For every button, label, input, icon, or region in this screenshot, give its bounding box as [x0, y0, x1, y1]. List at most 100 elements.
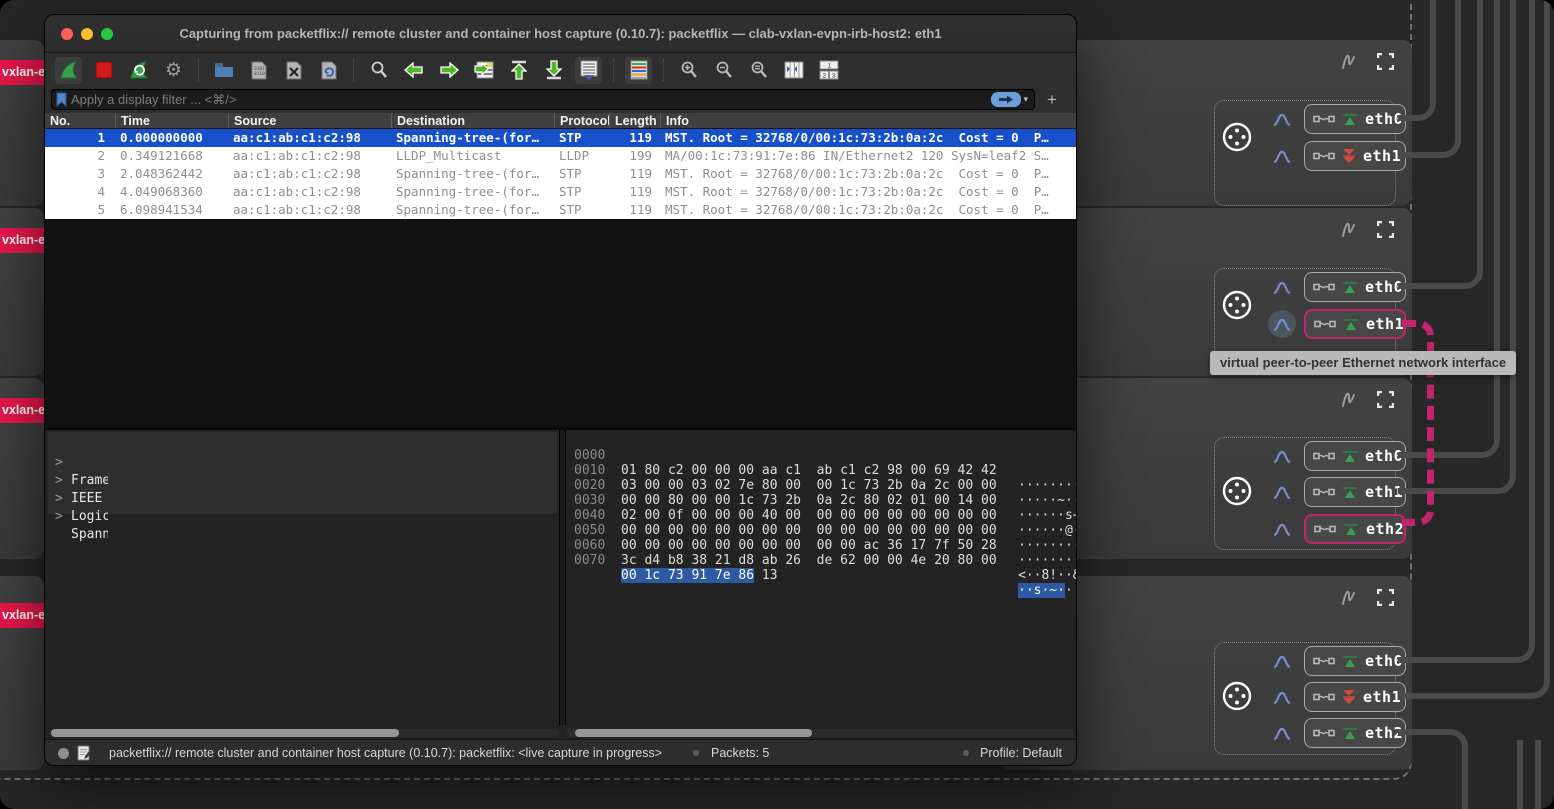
last-packet-button[interactable] — [540, 57, 567, 84]
colorize-packets-button[interactable] — [625, 57, 652, 84]
packet-row[interactable]: 3 2.048362442 aa:c1:ab:c1:c2:98 Spanning… — [45, 165, 1076, 183]
zoom-in-button[interactable] — [675, 57, 702, 84]
capture-spark-icon[interactable] — [1268, 515, 1296, 543]
stop-capture-button[interactable] — [90, 57, 117, 84]
capture-file-properties-icon[interactable] — [77, 745, 92, 761]
interface-button-eth1[interactable]: eth1 — [1304, 477, 1406, 507]
restart-capture-button[interactable] — [125, 57, 152, 84]
column-header-no[interactable]: No. — [45, 113, 115, 128]
column-header-source[interactable]: Source — [228, 113, 391, 128]
packet-row[interactable]: 1 0.000000000 aa:c1:ab:c1:c2:98 Spanning… — [45, 129, 1076, 147]
interface-button-eth1[interactable]: eth1 — [1304, 682, 1406, 712]
filter-input-box[interactable]: ▾ — [51, 89, 1035, 110]
packet-row[interactable]: 4 4.049068360 aa:c1:ab:c1:c2:98 Spanning… — [45, 183, 1076, 201]
filter-dropdown-caret[interactable]: ▾ — [1023, 94, 1028, 105]
hex-row-selected[interactable]: 0070 00 1c 73 91 7e 86 13 ··s·~·· — [566, 538, 629, 553]
column-header-protocol[interactable]: Protocol — [554, 113, 609, 128]
node-name-badge[interactable]: vxlan-e — [0, 398, 48, 423]
scribble-icon[interactable] — [1337, 586, 1359, 608]
go-to-packet-button[interactable] — [470, 57, 497, 84]
packet-row[interactable]: 2 0.349121668 aa:c1:ab:c1:c2:98 LLDP_Mul… — [45, 147, 1076, 165]
open-file-button[interactable] — [210, 57, 237, 84]
capture-spark-icon[interactable] — [1268, 310, 1296, 338]
fullscreen-icon[interactable] — [1377, 589, 1394, 606]
capture-spark-icon[interactable] — [1268, 683, 1296, 711]
auto-scroll-button[interactable] — [575, 57, 602, 84]
fullscreen-icon[interactable] — [1377, 53, 1394, 70]
container-node-icon[interactable] — [1220, 120, 1254, 154]
cell-destination: Spanning-tree-(for… — [391, 165, 554, 183]
scribble-icon[interactable] — [1337, 218, 1359, 240]
interface-button-eth1[interactable]: eth1 — [1304, 141, 1406, 171]
wireshark-fin-green-icon — [1342, 654, 1358, 668]
add-filter-button[interactable]: + — [1042, 89, 1062, 110]
column-header-time[interactable]: Time — [115, 113, 228, 128]
save-file-button[interactable]: 01010110 — [245, 57, 272, 84]
previous-packet-button[interactable] — [400, 57, 427, 84]
hex-hscrollbar-thumb[interactable] — [575, 729, 812, 737]
container-node-icon[interactable] — [1220, 679, 1254, 713]
node-name-badge[interactable]: vxlan-e — [0, 228, 48, 253]
interface-button-eth0[interactable]: eth0 — [1304, 104, 1406, 134]
capture-spark-icon[interactable] — [1268, 142, 1296, 170]
expert-info-icon[interactable] — [58, 748, 69, 759]
capture-spark-icon[interactable] — [1268, 273, 1296, 301]
display-filter-input[interactable] — [67, 92, 991, 107]
hex-row[interactable]: 0020 00 00 80 00 00 1c 73 2b 0a 2c 80 02… — [566, 463, 629, 478]
detail-row[interactable]: > IEEE 802.3 Ethernet — [45, 454, 108, 472]
container-node-icon[interactable] — [1220, 288, 1254, 322]
cell-info: MA/00:1c:73:91:7e:86 IN/Ethernet2 120 Sy… — [660, 147, 1076, 165]
node-name-badge[interactable]: vxlan-e — [0, 603, 48, 628]
column-header-length[interactable]: Length — [609, 113, 660, 128]
first-packet-button[interactable] — [505, 57, 532, 84]
interface-button-eth0[interactable]: eth0 — [1304, 646, 1406, 676]
detail-row[interactable]: > Logical-Link Control — [45, 472, 108, 490]
interface-button-eth1[interactable]: eth1 — [1304, 309, 1406, 339]
interface-button-eth2[interactable]: eth2 — [1304, 718, 1406, 748]
column-header-destination[interactable]: Destination — [391, 113, 554, 128]
fullscreen-icon[interactable] — [1377, 391, 1394, 408]
interface-button-eth0[interactable]: eth0 — [1304, 272, 1406, 302]
detail-row[interactable]: > Spanning Tree Protocol — [45, 490, 108, 508]
layout-123-button[interactable]: 123 — [815, 57, 842, 84]
interface-button-eth2[interactable]: eth2 — [1304, 514, 1406, 544]
reload-file-button[interactable] — [315, 57, 342, 84]
start-capture-button[interactable] — [55, 57, 82, 84]
capture-spark-icon[interactable] — [1268, 647, 1296, 675]
capture-options-button[interactable]: ⚙ — [160, 57, 187, 84]
bookmark-icon[interactable] — [56, 92, 67, 107]
scribble-icon[interactable] — [1337, 388, 1359, 410]
detail-row[interactable]: > Frame 1: 119 bytes on wire (952 bits),… — [45, 436, 108, 454]
details-hscrollbar-thumb[interactable] — [51, 729, 399, 737]
packet-row[interactable]: 5 6.098941534 aa:c1:ab:c1:c2:98 Spanning… — [45, 201, 1076, 219]
capture-spark-icon[interactable] — [1268, 105, 1296, 133]
hex-ascii: <··8!··& — [1018, 568, 1077, 583]
hex-row[interactable]: 0010 03 00 00 03 02 7e 80 00 00 1c 73 2b… — [566, 448, 629, 463]
pane-splitter-vertical[interactable] — [559, 430, 566, 725]
capture-spark-icon[interactable] — [1268, 478, 1296, 506]
hex-row[interactable]: 0050 00 00 00 00 00 00 00 00 00 00 ac 36… — [566, 508, 629, 523]
resize-columns-button[interactable] — [780, 57, 807, 84]
hex-row[interactable]: 0000 01 80 c2 00 00 00 aa c1 ab c1 c2 98… — [566, 433, 629, 448]
interface-button-eth0[interactable]: eth0 — [1304, 441, 1406, 471]
container-node-icon[interactable] — [1220, 474, 1254, 508]
zoom-out-button[interactable] — [710, 57, 737, 84]
close-file-button[interactable] — [280, 57, 307, 84]
chevron-right-icon[interactable]: > — [55, 508, 67, 526]
capture-spark-icon[interactable] — [1268, 719, 1296, 747]
column-header-info[interactable]: Info — [660, 113, 1076, 128]
profile-label[interactable]: Profile: Default — [980, 740, 1062, 766]
hex-bytes-selected: 00 1c 73 91 7e 86 — [621, 568, 754, 583]
next-packet-button[interactable] — [435, 57, 462, 84]
capture-spark-icon[interactable] — [1268, 442, 1296, 470]
window-titlebar[interactable]: Capturing from packetflix:// remote clus… — [45, 15, 1076, 53]
hex-row[interactable]: 0040 00 00 00 00 00 00 00 00 00 00 00 00… — [566, 493, 629, 508]
apply-filter-button[interactable] — [991, 92, 1021, 107]
fullscreen-icon[interactable] — [1377, 221, 1394, 238]
hex-row[interactable]: 0030 02 00 0f 00 00 00 40 00 00 00 00 00… — [566, 478, 629, 493]
node-name-badge[interactable]: vxlan-e — [0, 60, 48, 85]
find-packet-button[interactable] — [365, 57, 392, 84]
scribble-icon[interactable] — [1337, 50, 1359, 72]
zoom-reset-button[interactable] — [745, 57, 772, 84]
hex-row[interactable]: 0060 3c d4 b8 38 21 d8 ab 26 de 62 00 00… — [566, 523, 629, 538]
